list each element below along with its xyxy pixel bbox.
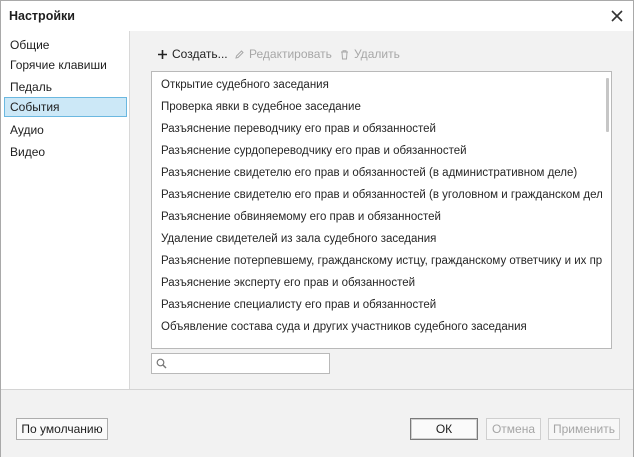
settings-dialog: Настройки Общие Горячие клавиши Педаль С… — [0, 0, 634, 457]
trash-icon — [341, 50, 348, 60]
list-item[interactable]: Разъяснение свидетелю его прав и обязанн… — [161, 163, 602, 183]
create-button[interactable]: Создать... — [157, 45, 228, 63]
cancel-button[interactable]: Отмена — [486, 418, 541, 440]
sidebar-item-label: Педаль — [10, 80, 52, 94]
close-button[interactable] — [607, 6, 627, 26]
search-box — [151, 353, 330, 374]
sidebar-item-label: Горячие клавиши — [10, 58, 107, 72]
list-item[interactable]: Разъяснение сурдопереводчику его прав и … — [161, 141, 602, 161]
events-panel: Создать... Редактировать Удалить Открыти… — [130, 31, 633, 389]
list-item[interactable]: Открытие судебного заседания — [161, 75, 602, 95]
create-button-label: Создать... — [172, 47, 228, 61]
plus-icon — [158, 50, 167, 60]
list-item[interactable]: Объявление состава суда и других участни… — [161, 317, 602, 337]
list-item[interactable]: Разъяснение потерпевшему, гражданскому и… — [161, 251, 602, 271]
dialog-content: Общие Горячие клавиши Педаль События Ауд… — [1, 31, 633, 389]
sidebar-item-label: Аудио — [10, 123, 44, 137]
events-toolbar: Создать... Редактировать Удалить — [130, 31, 633, 65]
pencil-icon — [235, 50, 244, 60]
list-item[interactable]: Удаление свидетелей из зала судебного за… — [161, 229, 602, 249]
list-item[interactable]: Разъяснение обвиняемому его прав и обяза… — [161, 207, 602, 227]
events-list: Открытие судебного заседания Проверка яв… — [151, 71, 612, 349]
delete-button-label: Удалить — [354, 47, 400, 61]
sidebar-item-general[interactable]: Общие — [4, 35, 127, 55]
list-item[interactable]: Разъяснение специалисту его прав и обяза… — [161, 295, 602, 315]
list-item[interactable]: Разъяснение эксперту его прав и обязанно… — [161, 273, 602, 293]
list-scrollbar[interactable] — [606, 78, 609, 132]
apply-button[interactable]: Применить — [548, 418, 620, 440]
dialog-footer: По умолчанию ОК Отмена Применить — [1, 389, 633, 457]
defaults-button[interactable]: По умолчанию — [16, 418, 108, 440]
search-input[interactable] — [170, 355, 329, 374]
ok-button[interactable]: ОК — [410, 418, 478, 440]
search-icon — [156, 358, 167, 369]
settings-sidebar: Общие Горячие клавиши Педаль События Ауд… — [1, 31, 130, 389]
edit-button[interactable]: Редактировать — [234, 45, 332, 63]
sidebar-item-video[interactable]: Видео — [4, 142, 127, 162]
sidebar-item-label: Видео — [10, 145, 46, 159]
delete-button[interactable]: Удалить — [339, 45, 400, 63]
list-item[interactable]: Разъяснение свидетелю его прав и обязанн… — [161, 185, 602, 205]
sidebar-item-hotkeys[interactable]: Горячие клавиши — [4, 55, 127, 75]
sidebar-item-events[interactable]: События — [4, 97, 127, 117]
title-bar: Настройки — [1, 1, 633, 31]
list-item[interactable]: Проверка явки в судебное заседание — [161, 97, 602, 117]
sidebar-item-audio[interactable]: Аудио — [4, 120, 127, 140]
close-icon — [611, 10, 623, 22]
sidebar-item-pedal[interactable]: Педаль — [4, 77, 127, 97]
list-item[interactable]: Разъяснение переводчику его прав и обяза… — [161, 119, 602, 139]
edit-button-label: Редактировать — [249, 47, 332, 61]
dialog-title: Настройки — [9, 9, 75, 23]
sidebar-item-label: Общие — [10, 38, 50, 52]
sidebar-item-label: События — [10, 100, 60, 114]
